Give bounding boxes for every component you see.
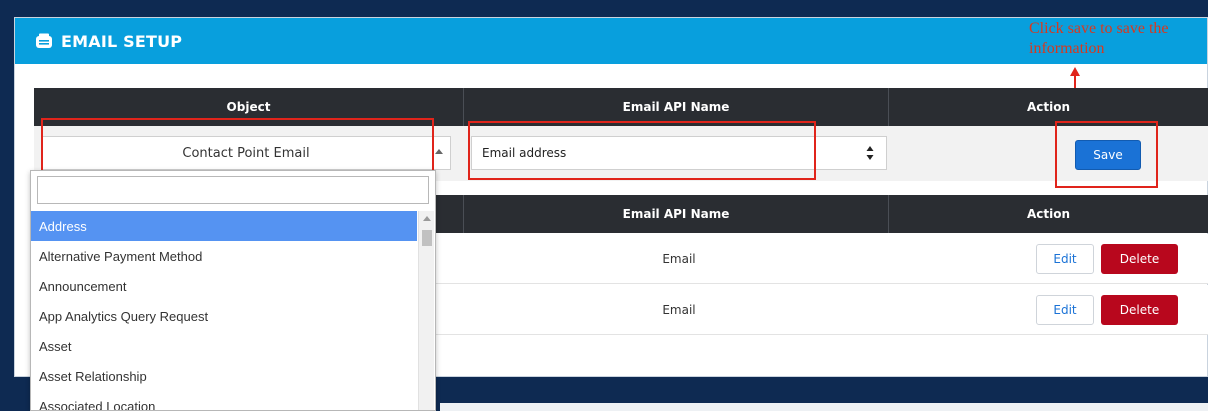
edit-button[interactable]: Edit bbox=[1036, 295, 1094, 325]
highlight-save-box bbox=[1055, 121, 1158, 188]
dropdown-item-address[interactable]: Address bbox=[31, 211, 417, 241]
header-email-api-name-2: Email API Name bbox=[464, 195, 889, 233]
delete-button[interactable]: Delete bbox=[1101, 244, 1178, 274]
dropdown-item-associated-location[interactable]: Associated Location bbox=[31, 391, 417, 411]
annotation-text: Click save to save the information bbox=[1029, 20, 1169, 57]
scroll-up-icon[interactable] bbox=[423, 216, 431, 221]
bottom-panel-edge bbox=[440, 403, 1208, 411]
header-action-2: Action bbox=[1026, 207, 1071, 221]
dropdown-search-input[interactable] bbox=[37, 176, 429, 204]
panel-title: EMAIL SETUP bbox=[61, 31, 183, 51]
dropdown-scrollbar[interactable] bbox=[418, 211, 434, 410]
dropdown-item-asset-relationship[interactable]: Asset Relationship bbox=[31, 361, 417, 391]
spinner-icon[interactable] bbox=[866, 146, 874, 160]
scrollbar-thumb[interactable] bbox=[422, 230, 432, 246]
email-api-cell: Email bbox=[662, 252, 696, 266]
dropdown-item-announcement[interactable]: Announcement bbox=[31, 271, 417, 301]
dropdown-item-alternative-payment-method[interactable]: Alternative Payment Method bbox=[31, 241, 417, 271]
email-api-cell: Email bbox=[662, 303, 696, 317]
header-action: Action bbox=[1026, 100, 1071, 114]
dropdown-list: Address Alternative Payment Method Annou… bbox=[31, 211, 417, 411]
dropdown-item-app-analytics-query-request[interactable]: App Analytics Query Request bbox=[31, 301, 417, 331]
dropdown-item-asset[interactable]: Asset bbox=[31, 331, 417, 361]
edit-button[interactable]: Edit bbox=[1036, 244, 1094, 274]
email-setup-icon bbox=[35, 33, 53, 49]
highlight-email-box bbox=[468, 121, 816, 180]
object-dropdown: Address Alternative Payment Method Annou… bbox=[30, 170, 436, 411]
delete-button[interactable]: Delete bbox=[1101, 295, 1178, 325]
caret-up-icon[interactable] bbox=[435, 149, 443, 154]
